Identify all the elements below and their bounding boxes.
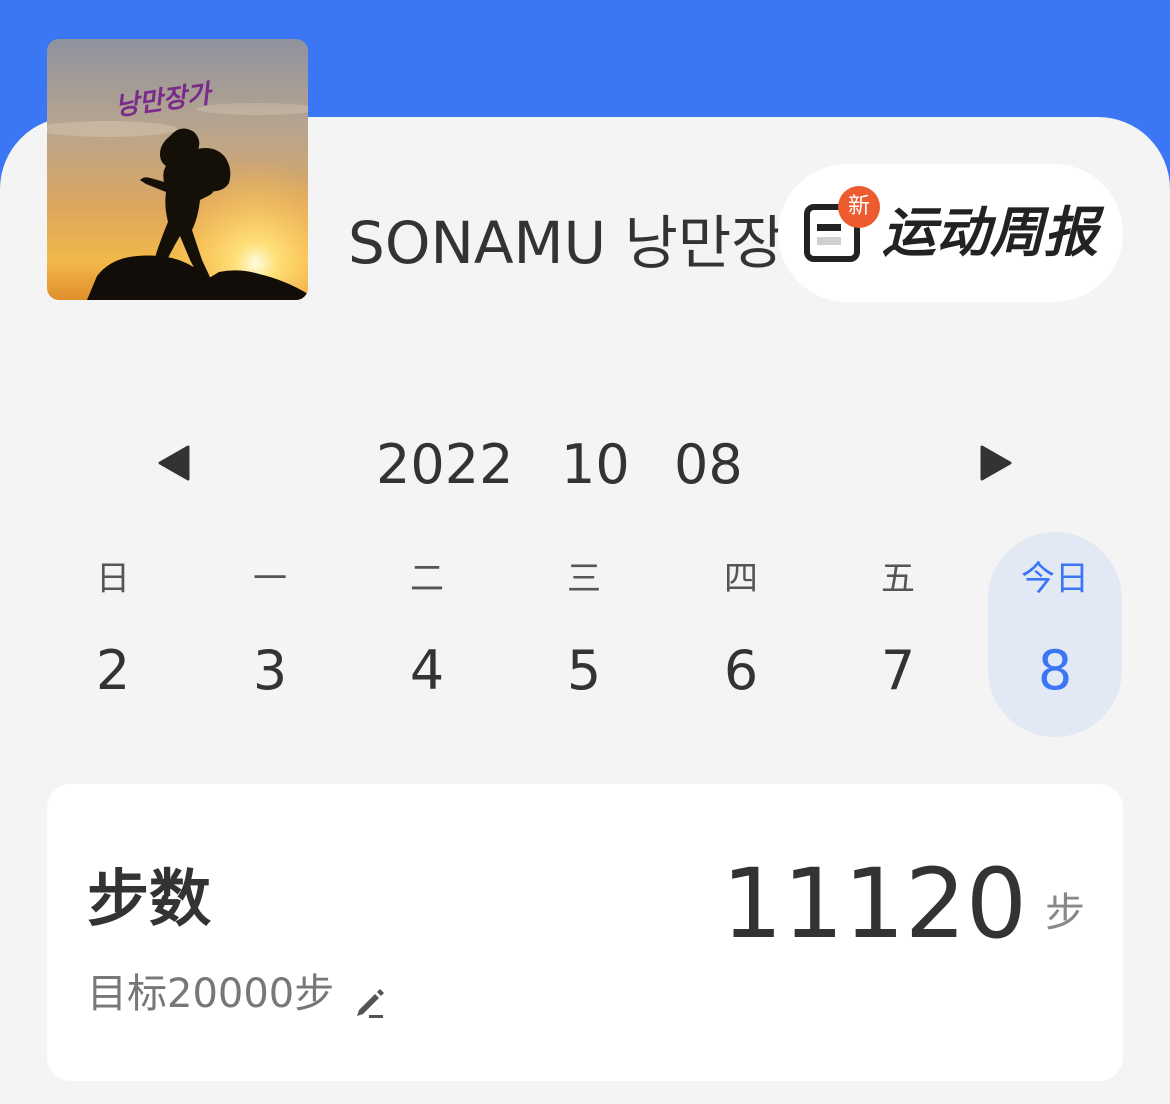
- day-number: 8: [1037, 639, 1073, 702]
- day-number: 3: [252, 639, 288, 702]
- steps-unit: 步: [1045, 890, 1085, 936]
- day-number: 4: [409, 639, 445, 702]
- day-number: 5: [566, 639, 602, 702]
- weekday-label: 一: [253, 559, 287, 599]
- steps-value: 11120: [721, 848, 1027, 960]
- day-wednesday[interactable]: 三 5: [517, 532, 651, 737]
- day-thursday[interactable]: 四 6: [674, 532, 808, 737]
- chevron-right-icon: [980, 445, 1012, 481]
- prev-date-button[interactable]: [154, 443, 194, 483]
- steps-title: 步数: [87, 862, 212, 935]
- username: SONAMU 낭만장가: [348, 209, 788, 277]
- chevron-left-icon: [158, 445, 190, 481]
- day-number: 2: [95, 639, 131, 702]
- day-number: 6: [723, 639, 759, 702]
- weekday-label: 三: [567, 559, 601, 599]
- weekly-report-button[interactable]: 新 运动周报: [778, 164, 1123, 302]
- weekday-label: 二: [410, 559, 444, 599]
- day-friday[interactable]: 五 7: [831, 532, 965, 737]
- date-month: 10: [561, 433, 630, 496]
- day-tuesday[interactable]: 二 4: [360, 532, 494, 737]
- weekday-label: 五: [881, 559, 915, 599]
- pencil-icon[interactable]: [353, 984, 389, 1020]
- day-today[interactable]: 今日 8: [988, 532, 1122, 737]
- next-date-button[interactable]: [976, 443, 1016, 483]
- steps-goal: 目标20000步: [87, 971, 335, 1017]
- steps-card[interactable]: 步数 目标20000步 11120 步: [47, 784, 1123, 1081]
- new-badge: 新: [838, 186, 880, 228]
- avatar[interactable]: 낭만장가: [47, 39, 308, 300]
- weekday-label: 日: [96, 559, 130, 599]
- day-number: 7: [880, 639, 916, 702]
- date-year: 2022: [376, 433, 514, 496]
- weekday-label: 今日: [1021, 559, 1089, 599]
- date-day: 08: [674, 433, 743, 496]
- day-monday[interactable]: 一 3: [203, 532, 337, 737]
- weekly-report-label: 运动周报: [882, 201, 1098, 264]
- day-sunday[interactable]: 日 2: [46, 532, 180, 737]
- weekday-label: 四: [724, 559, 758, 599]
